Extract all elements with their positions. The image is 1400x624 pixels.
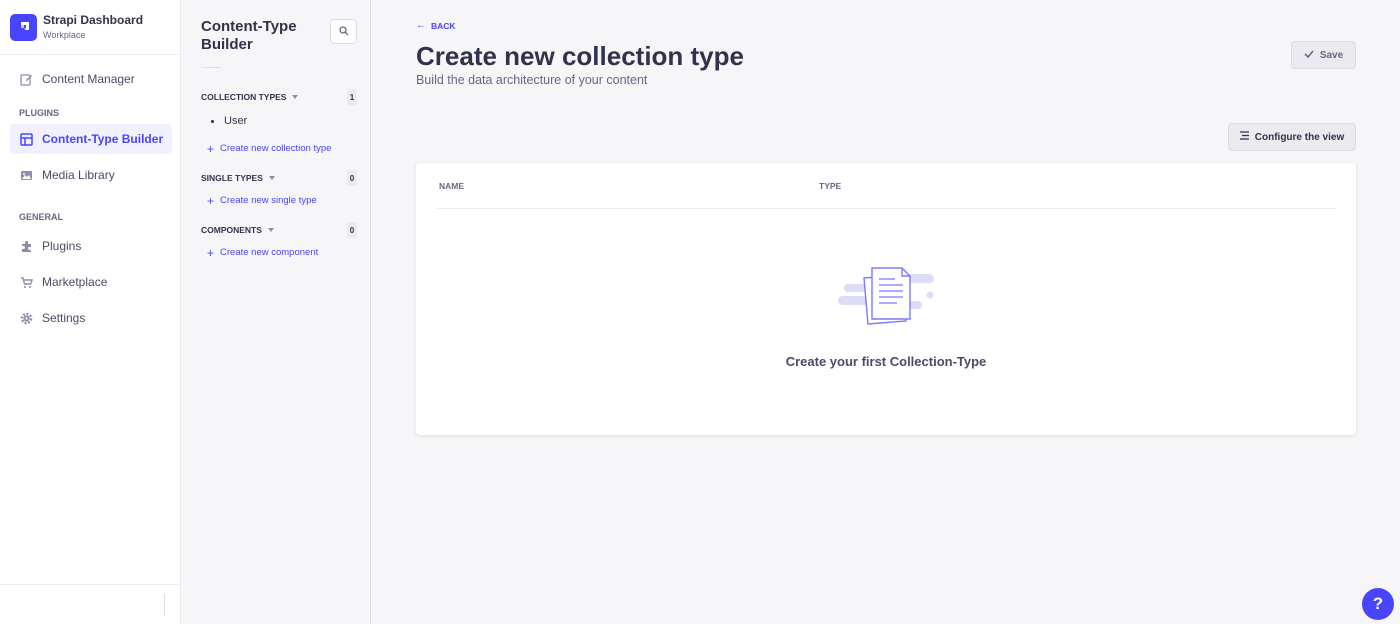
save-label: Save [1319, 49, 1344, 61]
collection-type-item-user[interactable]: User [211, 115, 247, 127]
nav-footer [0, 584, 181, 624]
create-component-link[interactable]: + Create new component [207, 245, 319, 260]
nav-item-settings[interactable]: Settings [10, 303, 172, 333]
subnav-search-button[interactable] [330, 19, 357, 44]
plus-icon: + [207, 193, 215, 208]
main-nav: Strapi Dashboard Workplace Content Manag… [0, 0, 181, 624]
count-badge: 0 [347, 222, 357, 238]
nav-item-content-manager[interactable]: Content Manager [10, 64, 172, 94]
gear-icon [19, 311, 33, 325]
nav-item-plugins[interactable]: Plugins [10, 231, 172, 261]
page-title: Create new collection type [416, 41, 744, 71]
section-label: SINGLE TYPES [201, 173, 263, 183]
check-icon [1304, 49, 1314, 61]
nav-section-plugins: PLUGINS [19, 108, 60, 118]
column-header-name: NAME [439, 181, 465, 191]
create-collection-type-link[interactable]: + Create new collection type [207, 141, 332, 156]
layout-icon [19, 132, 33, 146]
page-subtitle: Build the data architecture of your cont… [416, 73, 648, 87]
configure-label: Configure the view [1254, 131, 1345, 143]
nav-item-media-library[interactable]: Media Library [10, 160, 172, 190]
arrow-left-icon: ← [416, 20, 426, 31]
section-label: COMPONENTS [201, 225, 262, 235]
strapi-logo-icon [10, 13, 37, 41]
nav-item-label: Plugins [42, 239, 82, 253]
documents-illustration [834, 263, 938, 329]
puzzle-icon [19, 239, 33, 253]
pencil-square-icon [19, 72, 33, 86]
count-badge: 1 [347, 89, 357, 105]
brand-title: Strapi Dashboard [43, 12, 144, 27]
section-collection-types[interactable]: COLLECTION TYPES 1 [201, 89, 357, 105]
plus-icon: + [207, 141, 215, 156]
configure-view-button[interactable]: Configure the view [1228, 123, 1356, 151]
column-header-type: TYPE [819, 181, 842, 191]
collection-type-label: User [224, 115, 248, 127]
create-single-type-link[interactable]: + Create new single type [207, 193, 317, 208]
brand-subtitle: Workplace [43, 29, 86, 40]
section-single-types[interactable]: SINGLE TYPES 0 [201, 170, 357, 186]
nav-item-label: Content-Type Builder [42, 132, 164, 146]
help-button[interactable]: ? [1362, 588, 1394, 620]
nav-item-marketplace[interactable]: Marketplace [10, 267, 172, 297]
section-components[interactable]: COMPONENTS 0 [201, 222, 357, 238]
image-icon [19, 168, 33, 182]
nav-item-content-type-builder[interactable]: Content-Type Builder [10, 124, 172, 154]
create-link-label: Create new collection type [220, 143, 332, 154]
empty-state-text: Create your first Collection-Type [785, 354, 987, 369]
cart-icon [19, 275, 33, 289]
subnav-title: Content-Type Builder [201, 18, 297, 53]
fields-table-card: NAME TYPE Create your first Collection-T… [416, 163, 1356, 435]
lines-icon [1239, 131, 1249, 143]
collapse-nav-button[interactable] [164, 594, 165, 616]
nav-section-general: GENERAL [19, 212, 64, 222]
nav-item-label: Media Library [42, 168, 115, 182]
plus-icon: + [207, 245, 215, 260]
section-label: COLLECTION TYPES [201, 92, 287, 102]
bullet-icon [211, 119, 214, 123]
caret-down-icon [292, 95, 299, 99]
nav-item-label: Settings [42, 311, 86, 325]
back-label: BACK [431, 20, 456, 31]
caret-down-icon [268, 176, 275, 180]
caret-down-icon [267, 228, 274, 232]
create-link-label: Create new single type [220, 195, 317, 206]
nav-item-label: Content Manager [42, 72, 135, 86]
count-badge: 0 [347, 170, 357, 186]
back-link[interactable]: ← BACK [416, 20, 456, 31]
brand[interactable]: Strapi Dashboard Workplace [0, 0, 180, 55]
main-content: ← BACK Create new collection type Build … [371, 0, 1400, 624]
table-divider [436, 208, 1336, 209]
subnav-divider [201, 67, 221, 68]
content-type-builder-subnav: Content-Type Builder COLLECTION TYPES 1 … [181, 0, 371, 624]
nav-item-label: Marketplace [42, 275, 108, 289]
create-link-label: Create new component [220, 247, 319, 258]
save-button[interactable]: Save [1291, 41, 1356, 69]
search-icon [338, 23, 349, 41]
